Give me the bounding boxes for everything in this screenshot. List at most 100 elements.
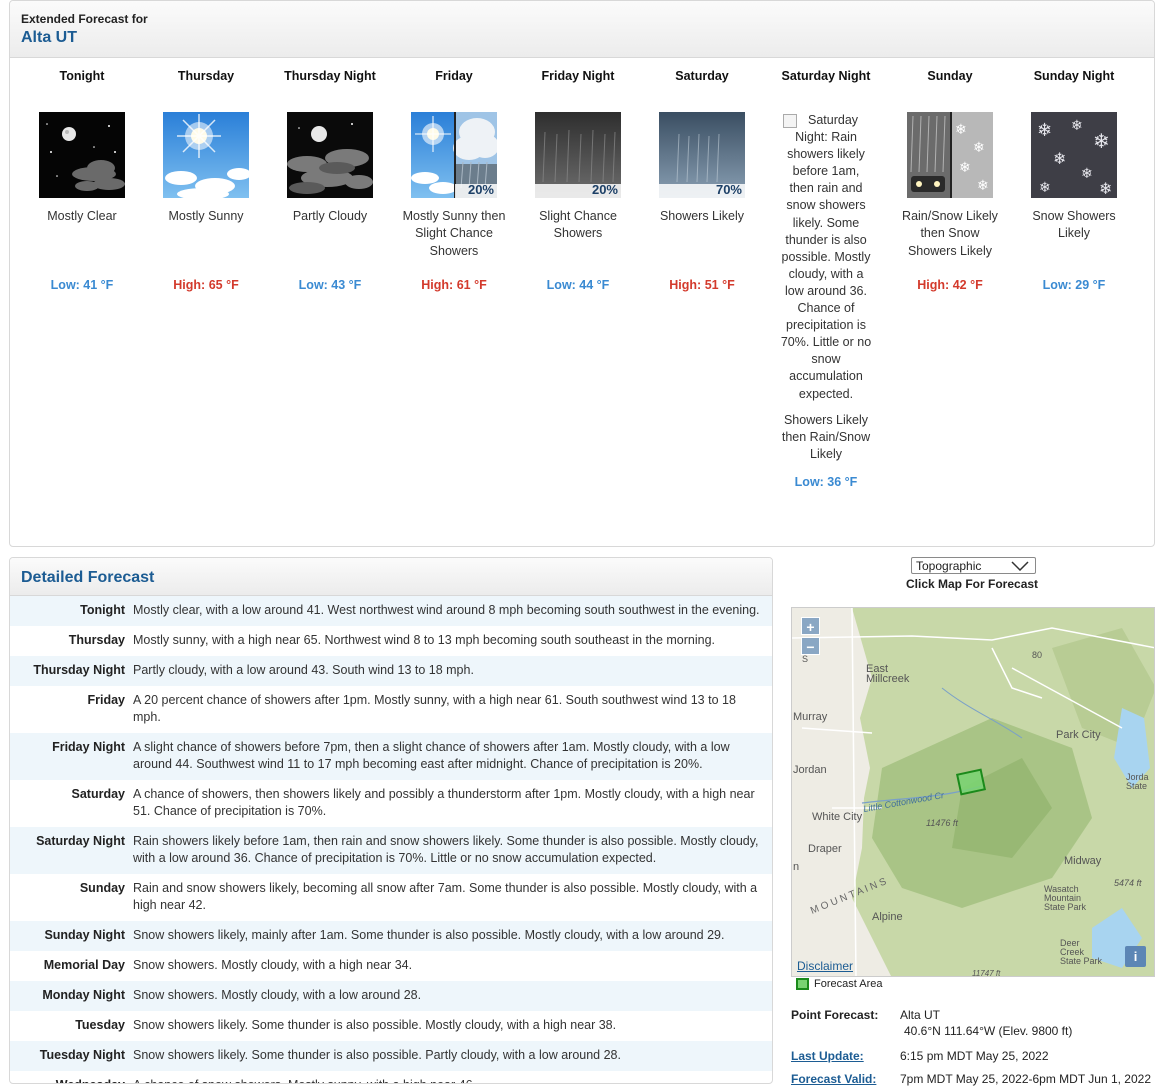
detailed-forecast-text: A chance of showers, then showers likely… <box>133 787 755 818</box>
period-temperature: Low: 41 °F <box>50 278 114 292</box>
map-type-select[interactable]: Topographic <box>911 557 1036 574</box>
night-clear-icon[interactable] <box>39 112 125 198</box>
detailed-forecast-text: Snow showers likely. Some thunder is als… <box>133 1048 621 1062</box>
night-showers-icon[interactable]: 20% <box>535 112 621 198</box>
forecast-period-sunday-night[interactable]: Sunday Night ❄ ❄ ❄ ❄ ❄ ❄ ❄ Snow Showers Likely… <box>1019 68 1129 292</box>
forecast-period-saturday[interactable]: Saturday 70% Showers Likely High: 51 °F <box>647 68 757 292</box>
detailed-forecast-period: Monday Night <box>42 988 125 1002</box>
map-label-highway: 80 <box>1032 650 1042 660</box>
detailed-forecast-period: Wednesday <box>10 1077 133 1083</box>
forecast-period-thursday[interactable]: Thursday Mostly Sunny High: 65 °F <box>151 68 261 292</box>
svg-text:❄: ❄ <box>1071 118 1083 134</box>
detailed-forecast-panel: Detailed Forecast Tonight Mostly clear, w… <box>9 557 773 1084</box>
extended-forecast-label: Extended Forecast for <box>21 12 148 26</box>
period-name: Saturday Night <box>781 69 871 83</box>
forecast-period-friday[interactable]: Friday 20% Mostly Sunny then Slight Chan… <box>399 68 509 292</box>
period-short-forecast: Mostly Sunny <box>168 209 244 223</box>
detailed-forecast-text: Snow showers likely, mainly after 1am. S… <box>133 928 725 942</box>
svg-text:❄: ❄ <box>1099 179 1112 198</box>
period-temperature: High: 51 °F <box>669 278 735 292</box>
detailed-forecast-text: A chance of snow showers. Mostly sunny, … <box>133 1077 772 1083</box>
period-temperature: High: 65 °F <box>173 278 239 292</box>
detailed-forecast-row: Sunday Night Snow showers likely, mainly … <box>10 921 772 951</box>
detailed-forecast-row: Tuesday Snow showers likely. Some thunder… <box>10 1011 772 1041</box>
detailed-forecast-row: Friday A 20 percent chance of showers aft… <box>10 686 772 733</box>
period-name: Thursday Night <box>284 69 376 83</box>
svg-text:❄: ❄ <box>959 160 971 176</box>
legend-label: Forecast Area <box>814 978 883 990</box>
detailed-forecast-period: Thursday Night <box>33 663 125 677</box>
detailed-forecast-text: Snow showers. Mostly cloudy, with a high… <box>133 958 413 972</box>
image-alt-text: Saturday Night: Rain showers likely befo… <box>780 113 872 401</box>
detailed-forecast-text: Partly cloudy, with a low around 43. Sou… <box>133 663 474 677</box>
period-temperature: High: 61 °F <box>421 278 487 292</box>
detailed-forecast-row: Saturday A chance of showers, then shower… <box>10 780 772 827</box>
map-caption: Click Map For Forecast <box>906 577 1039 591</box>
period-name: Saturday <box>675 69 729 83</box>
point-forecast-label: Point Forecast: <box>791 1008 879 1022</box>
svg-text:❄: ❄ <box>1039 180 1051 196</box>
forecast-period-sunday[interactable]: Sunday ❄ ❄ ❄ ❄ Rain/Snow Likely then Snow S… <box>895 68 1005 292</box>
forecast-period-friday-night[interactable]: Friday Night 20% Slight Chance Showers L… <box>523 68 633 292</box>
detailed-forecast-list: Tonight Mostly clear, with a low around 4… <box>10 596 772 1083</box>
detailed-forecast-title: Detailed Forecast <box>10 558 772 596</box>
showers-icon[interactable]: 70% <box>659 112 745 198</box>
svg-text:❄: ❄ <box>977 178 989 194</box>
map-label-jordan: Jordan <box>793 764 827 776</box>
last-update-link[interactable]: Last Update: <box>791 1049 864 1063</box>
period-short-forecast: Mostly Sunny then Slight Chance Showers <box>402 209 506 258</box>
detailed-forecast-period: Friday Night <box>52 740 125 754</box>
point-forecast-row: Point Forecast: Alta UT <box>791 1008 940 1022</box>
detailed-forecast-row: Thursday Night Partly cloudy, with a low … <box>10 656 772 686</box>
forecast-valid-value: 7pm MDT May 25, 2022-6pm MDT Jun 1, 2022 <box>900 1072 1152 1086</box>
detailed-forecast-row: WednesdayA chance of snow showers. Mostl… <box>10 1071 772 1083</box>
snow-icon[interactable]: ❄ ❄ ❄ ❄ ❄ ❄ ❄ <box>1031 112 1117 198</box>
detailed-forecast-text: Mostly clear, with a low around 41. West… <box>133 603 760 617</box>
zoom-in-button[interactable]: + <box>801 617 820 635</box>
rain-snow-icon[interactable]: ❄ ❄ ❄ ❄ <box>907 112 993 198</box>
map-label-elevation: 11747 ft <box>972 969 1001 977</box>
map-legend: Forecast Area <box>796 978 882 990</box>
map-label-park-city: Park City <box>1056 729 1101 741</box>
point-forecast-location: Alta UT <box>900 1008 941 1022</box>
svg-text:❄: ❄ <box>1053 149 1066 168</box>
detailed-forecast-row: Friday Night A slight chance of showers b… <box>10 733 772 780</box>
map-label-partial: n <box>793 861 799 873</box>
period-short-forecast: Partly Cloudy <box>292 209 368 223</box>
last-update-value: 6:15 pm MDT May 25, 2022 <box>900 1049 1049 1063</box>
period-short-forecast: Showers Likely then Rain/Snow Likely <box>781 412 871 462</box>
night-partly-cloudy-icon[interactable] <box>287 112 373 198</box>
period-temperature: Low: 29 °F <box>1042 278 1106 292</box>
sunny-icon[interactable] <box>163 112 249 198</box>
info-icon[interactable]: i <box>1125 946 1146 967</box>
broken-image-icon[interactable]: Saturday Night: Rain showers likely befo… <box>771 112 881 403</box>
detailed-forecast-text: A 20 percent chance of showers after 1pm… <box>133 693 736 724</box>
zoom-out-button[interactable]: − <box>801 637 820 655</box>
precipitation-percent: 20% <box>467 182 494 197</box>
sunny-then-showers-icon[interactable]: 20% <box>411 112 497 198</box>
detailed-forecast-text: Rain showers likely before 1am, then rai… <box>133 834 759 865</box>
detailed-forecast-row: Tuesday Night Snow showers likely. Some t… <box>10 1041 772 1071</box>
detailed-forecast-period: Saturday Night <box>36 834 125 848</box>
forecast-period-thursday-night[interactable]: Thursday Night Partly Cloudy Low: 43 °F <box>275 68 385 292</box>
detailed-forecast-period: Thursday <box>68 633 125 647</box>
map-label-midway: Midway <box>1064 855 1102 867</box>
detailed-forecast-row: Saturday Night Rain showers likely before… <box>10 827 772 874</box>
period-temperature: Low: 43 °F <box>298 278 362 292</box>
period-name: Sunday Night <box>1033 69 1115 83</box>
disclaimer-link[interactable]: Disclaimer <box>797 959 853 973</box>
forecast-valid-link[interactable]: Forecast Valid: <box>791 1072 876 1086</box>
forecast-map[interactable]: East Millcreek Murray Park City Jordan Jo… <box>791 607 1155 977</box>
detailed-forecast-period: Sunday Night <box>44 928 125 942</box>
detailed-forecast-text: Snow showers. Mostly cloudy, with a low … <box>133 988 422 1002</box>
forecast-period-saturday-night[interactable]: Saturday Night Saturday Night: Rain show… <box>771 68 881 489</box>
period-temperature: High: 42 °F <box>917 278 983 292</box>
map-label-draper: Draper <box>808 843 842 855</box>
map-label-murray: Murray <box>793 711 828 723</box>
forecast-period-tonight[interactable]: Tonight Mostly Clear Low: 41 °F <box>27 68 137 292</box>
period-short-forecast: Showers Likely <box>659 209 745 223</box>
detailed-forecast-period: Tuesday <box>75 1018 125 1032</box>
period-temperature: Low: 44 °F <box>546 278 610 292</box>
detailed-forecast-period: Tuesday Night <box>39 1048 125 1062</box>
precipitation-percent: 70% <box>715 182 742 197</box>
